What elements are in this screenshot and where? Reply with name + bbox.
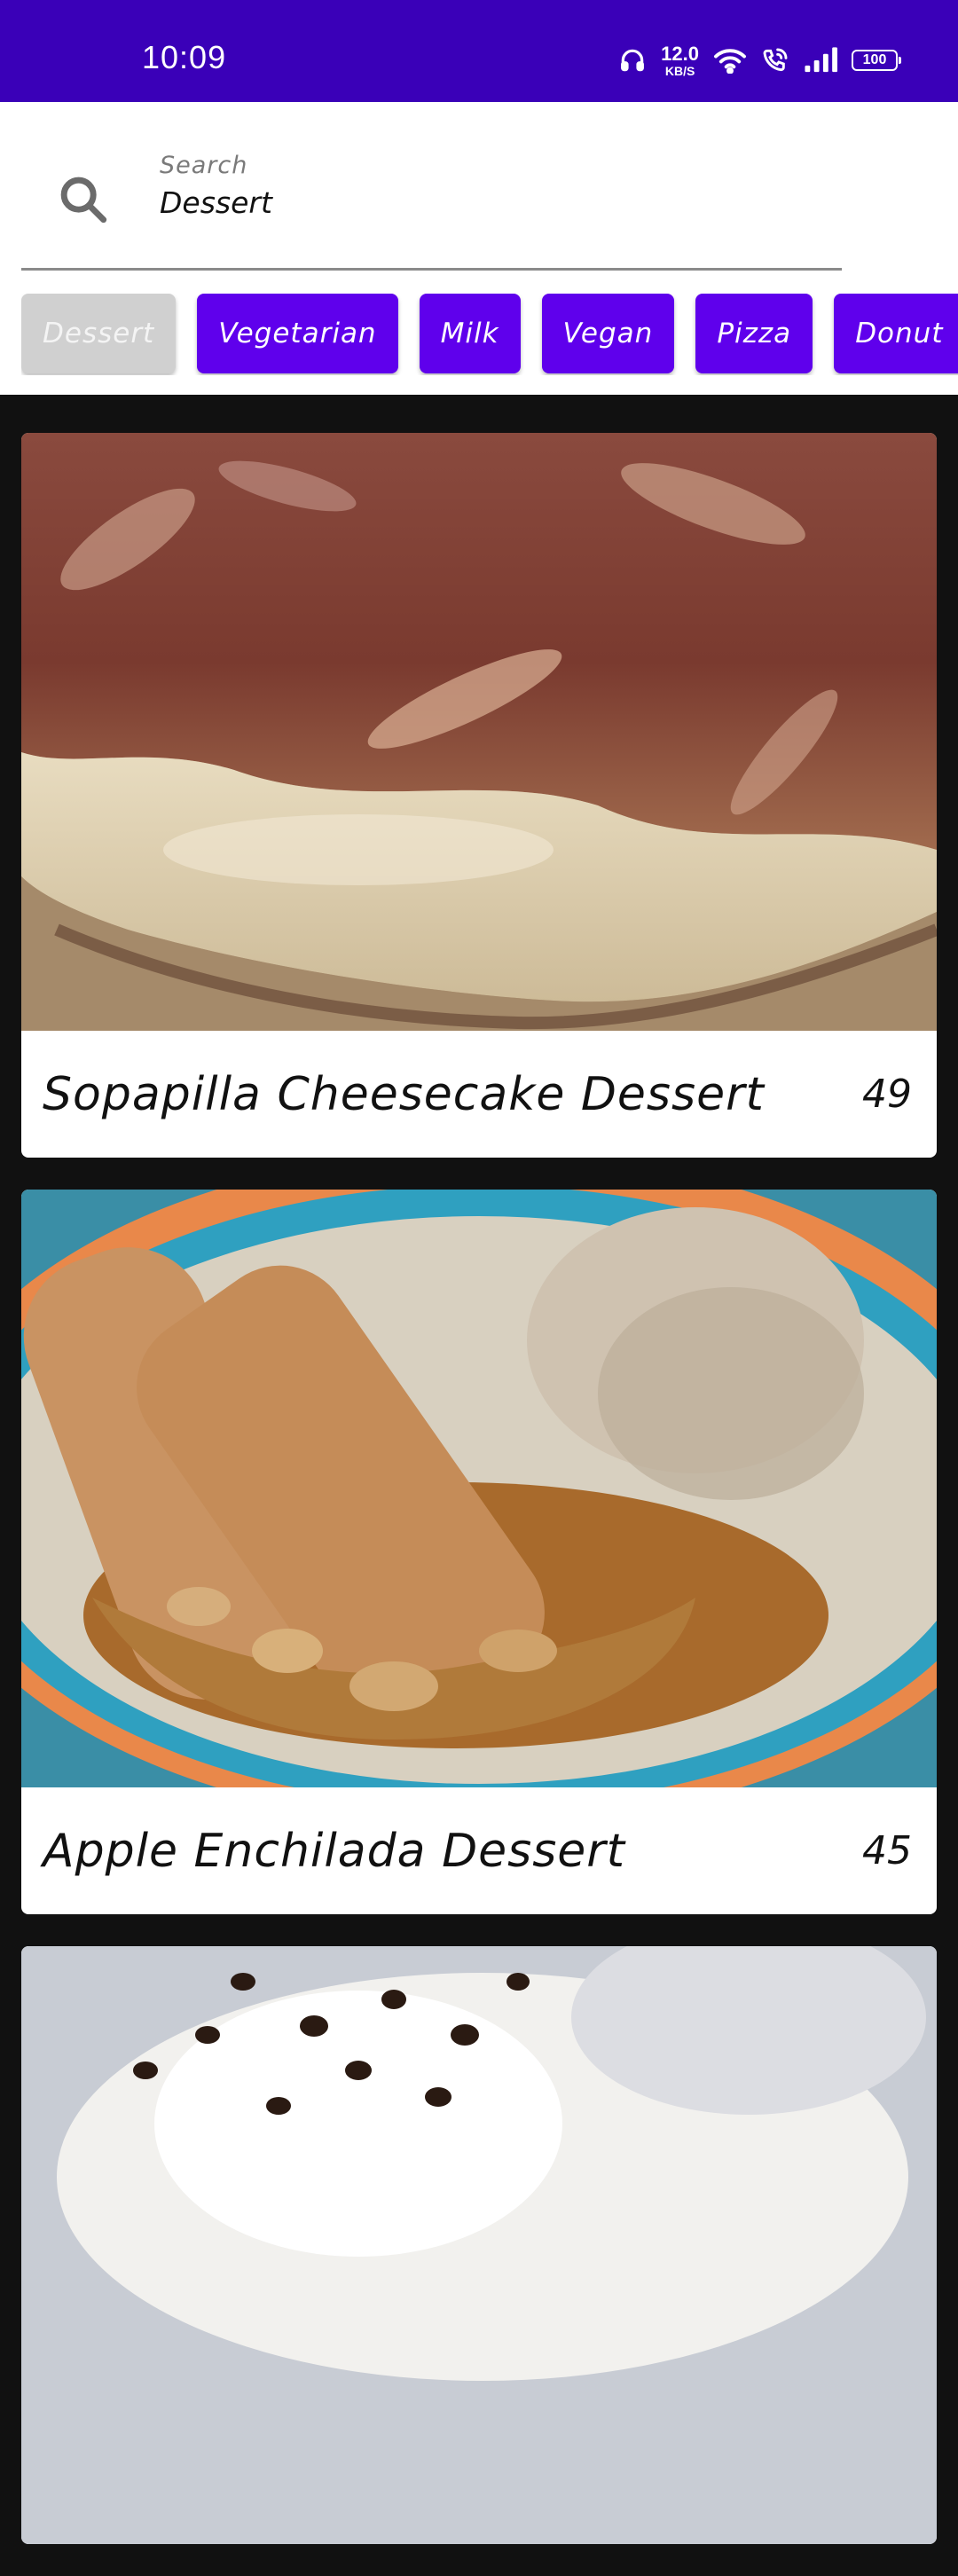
- search-icon[interactable]: [55, 171, 112, 228]
- recipe-list: Sopapilla Cheesecake Dessert 49 Apple En…: [21, 433, 937, 2576]
- wifi-calling-icon: [763, 48, 788, 72]
- category-chip-donut[interactable]: Donut: [834, 294, 958, 373]
- wifi-icon: [714, 49, 746, 74]
- network-speed-unit: KB/S: [664, 63, 695, 78]
- recipe-image: [21, 1190, 937, 1787]
- category-chip-milk[interactable]: Milk: [419, 294, 521, 373]
- recipe-card[interactable]: Apple Enchilada Dessert 45: [21, 1190, 937, 1914]
- category-chip-pizza[interactable]: Pizza: [695, 294, 813, 373]
- search-label: Search: [160, 152, 248, 179]
- recipe-count: 49: [862, 1072, 912, 1117]
- search-header: Search Dessert Vegetarian Milk Vegan Piz…: [0, 102, 958, 395]
- battery-icon: 100: [852, 50, 901, 71]
- headphones-icon: [621, 49, 645, 72]
- status-time: 10:09: [142, 39, 227, 75]
- recipe-image: [21, 1946, 937, 2544]
- recipe-card[interactable]: Sopapilla Cheesecake Dessert 49: [21, 433, 937, 1158]
- category-chip-vegan[interactable]: Vegan: [541, 294, 675, 373]
- recipe-card-footer: Apple Enchilada Dessert 45: [21, 1787, 937, 1914]
- recipe-card-footer: Sopapilla Cheesecake Dessert 49: [21, 1031, 937, 1158]
- category-chip-dessert[interactable]: Dessert: [21, 294, 177, 373]
- recipe-title: Apple Enchilada Dessert: [43, 1824, 626, 1878]
- recipe-card[interactable]: [21, 1946, 937, 2544]
- search-underline: [21, 268, 842, 271]
- recipe-image: [21, 433, 937, 1031]
- category-chip-vegetarian[interactable]: Vegetarian: [197, 294, 398, 373]
- status-bar: 10:09 12.0 KB/S 100: [0, 0, 958, 102]
- status-icons: 12.0 KB/S 100: [618, 42, 901, 78]
- recipe-count: 45: [862, 1828, 912, 1873]
- signal-icon: [805, 47, 837, 73]
- network-speed: 12.0 KB/S: [661, 42, 699, 78]
- category-chips: Dessert Vegetarian Milk Vegan Pizza Donu…: [21, 294, 958, 375]
- network-speed-value: 12.0: [661, 42, 699, 65]
- recipe-title: Sopapilla Cheesecake Dessert: [43, 1067, 765, 1121]
- search-input[interactable]: [160, 185, 603, 220]
